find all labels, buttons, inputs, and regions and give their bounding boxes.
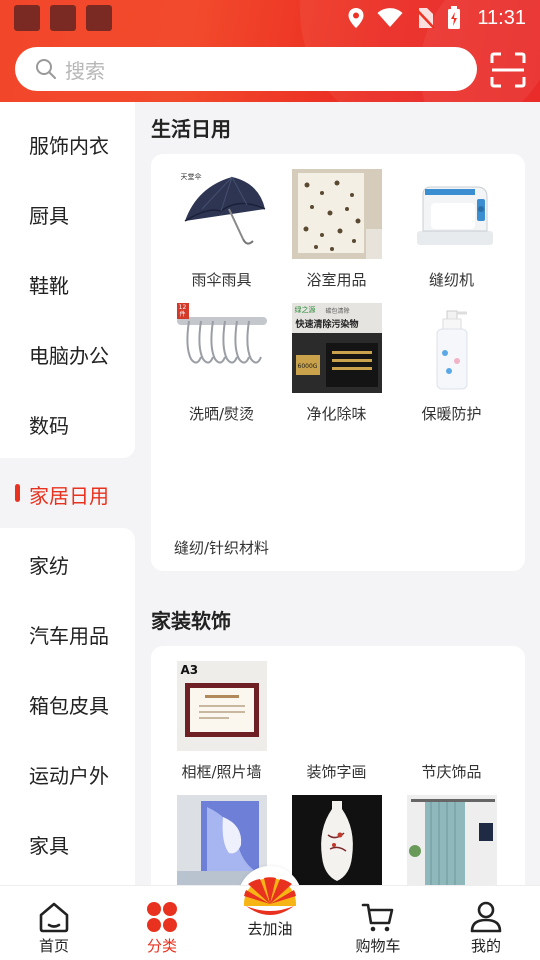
lotion-bottle-image [406, 303, 497, 393]
battery-icon [448, 6, 461, 29]
certificate-frame-image: A3 [176, 661, 267, 751]
wifi-icon [377, 8, 403, 27]
category-laundry-ironing[interactable]: 12件 洗晒/熨烫 [164, 303, 279, 424]
user-icon [470, 901, 502, 933]
tab-cart[interactable]: 购物车 [324, 886, 432, 960]
sidebar-item-computer-office[interactable]: 电脑办公 [29, 340, 109, 369]
no-sim-icon [415, 8, 436, 29]
vase-image [291, 795, 382, 885]
sidebar-item-luggage[interactable]: 箱包皮具 [29, 690, 109, 719]
sidebar-item-digital[interactable]: 数码 [29, 410, 69, 439]
category-label: 缝纫/针织材料 [173, 539, 270, 557]
category-label: 浴室用品 [306, 271, 367, 289]
category-bathroom[interactable]: 浴室用品 [279, 169, 394, 290]
tab-refuel[interactable]: 去加油 [216, 877, 324, 960]
category-festive-decor[interactable]: 节庆饰品 [394, 661, 509, 782]
category-label: 雨伞雨具 [191, 271, 252, 289]
shower-curtain-image [291, 169, 382, 259]
tab-home[interactable]: 首页 [0, 886, 108, 960]
placeholder-image [406, 661, 497, 751]
cart-icon [361, 903, 394, 932]
tab-label: 购物车 [355, 937, 401, 955]
umbrella-brand: 天堂伞 [180, 173, 202, 181]
category-photo-frames[interactable]: A3 相框/照片墙 [164, 661, 279, 782]
search-icon [36, 59, 56, 79]
category-label: 保暖防护 [421, 405, 482, 423]
search-bar[interactable]: 搜索 [15, 47, 477, 91]
notification-icon [50, 5, 76, 31]
hooks-count-badge: 12件 [176, 303, 189, 319]
clock: 11:31 [477, 6, 526, 29]
section-title: 生活日用 [151, 117, 231, 141]
category-decorative-paintings[interactable]: 装饰字画 [279, 661, 394, 782]
category-purifying[interactable]: 绿之源 碳包清除 快速清除污染物 6000G 净化除味 [279, 303, 394, 424]
product-vase[interactable] [279, 795, 394, 885]
scan-icon[interactable] [490, 52, 526, 88]
purifier-title: 快速清除污染物 [295, 320, 359, 330]
tab-label: 分类 [146, 937, 177, 955]
air-purifier-image: 绿之源 碳包清除 快速清除污染物 6000G [291, 303, 382, 393]
header: 11:31 搜索 [0, 0, 540, 102]
category-label: 节庆饰品 [421, 763, 482, 781]
bottom-nav: 首页 分类 去加油 购物车 我的 [0, 877, 540, 960]
section-title: 家装软饰 [151, 609, 231, 633]
search-placeholder: 搜索 [65, 58, 105, 83]
category-warmth-protection[interactable]: 保暖防护 [394, 303, 509, 424]
category-sewing-knitting[interactable]: 缝纫/针织材料 [164, 527, 279, 558]
notification-icon [14, 5, 40, 31]
sidebar-item-sports[interactable]: 运动户外 [29, 760, 109, 789]
frame-size-label: A3 [180, 663, 199, 677]
sidebar-item-home-daily[interactable]: 家居日用 [29, 480, 109, 509]
tab-category[interactable]: 分类 [108, 886, 216, 960]
sidebar-item-kitchenware[interactable]: 厨具 [29, 200, 69, 229]
tab-label: 首页 [38, 937, 69, 955]
category-label: 相框/照片墙 [181, 763, 262, 781]
home-icon [39, 902, 69, 933]
location-icon [348, 8, 364, 28]
sidebar-item-furniture[interactable]: 家具 [29, 830, 69, 859]
placeholder-image [291, 661, 382, 751]
status-bar: 11:31 [0, 0, 540, 36]
tab-label: 去加油 [247, 920, 293, 938]
tab-label: 我的 [470, 937, 501, 955]
umbrella-image: 天堂伞 [176, 169, 267, 259]
category-label: 缝纫机 [428, 271, 474, 289]
tab-profile[interactable]: 我的 [432, 886, 540, 960]
category-label: 洗晒/熨烫 [188, 405, 255, 423]
category-label: 装饰字画 [306, 763, 367, 781]
sidebar-item-home-textiles[interactable]: 家纺 [29, 550, 69, 579]
category-label: 净化除味 [306, 405, 367, 423]
purifier-brand: 绿之源 [294, 306, 316, 314]
category-umbrella[interactable]: 天堂伞 雨伞雨具 [164, 169, 279, 290]
active-indicator [15, 484, 20, 502]
category-icon [147, 902, 177, 932]
purifier-tag: 碳包清除 [325, 308, 350, 315]
sidebar-item-shoes[interactable]: 鞋靴 [29, 270, 69, 299]
hooks-image: 12件 [176, 303, 267, 393]
curtain-image [406, 795, 497, 885]
sewing-machine-image [406, 169, 497, 259]
sidebar-item-clothing[interactable]: 服饰内衣 [29, 130, 109, 159]
notification-icon [86, 5, 112, 31]
purifier-weight: 6000G [297, 363, 318, 370]
category-sewing-machine[interactable]: 缝纫机 [394, 169, 509, 290]
product-curtain[interactable] [394, 795, 509, 885]
sidebar-item-auto[interactable]: 汽车用品 [29, 620, 109, 649]
petrochina-logo-icon [244, 877, 296, 915]
